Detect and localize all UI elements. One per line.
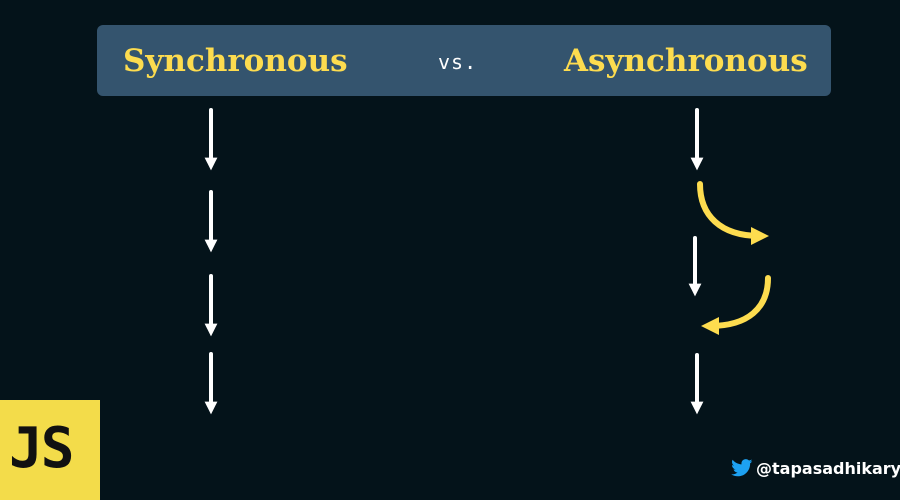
async-curved-arrow-out [697, 181, 769, 245]
twitter-bird-icon [731, 459, 753, 477]
async-curved-arrow-back [701, 275, 771, 335]
twitter-handle: @tapasadhikary [756, 458, 900, 478]
javascript-logo-text: JS [9, 416, 74, 481]
async-arrow-column [688, 108, 771, 415]
twitter-credit: @tapasadhikary [731, 456, 900, 480]
sync-async-flow-diagram [204, 108, 771, 415]
